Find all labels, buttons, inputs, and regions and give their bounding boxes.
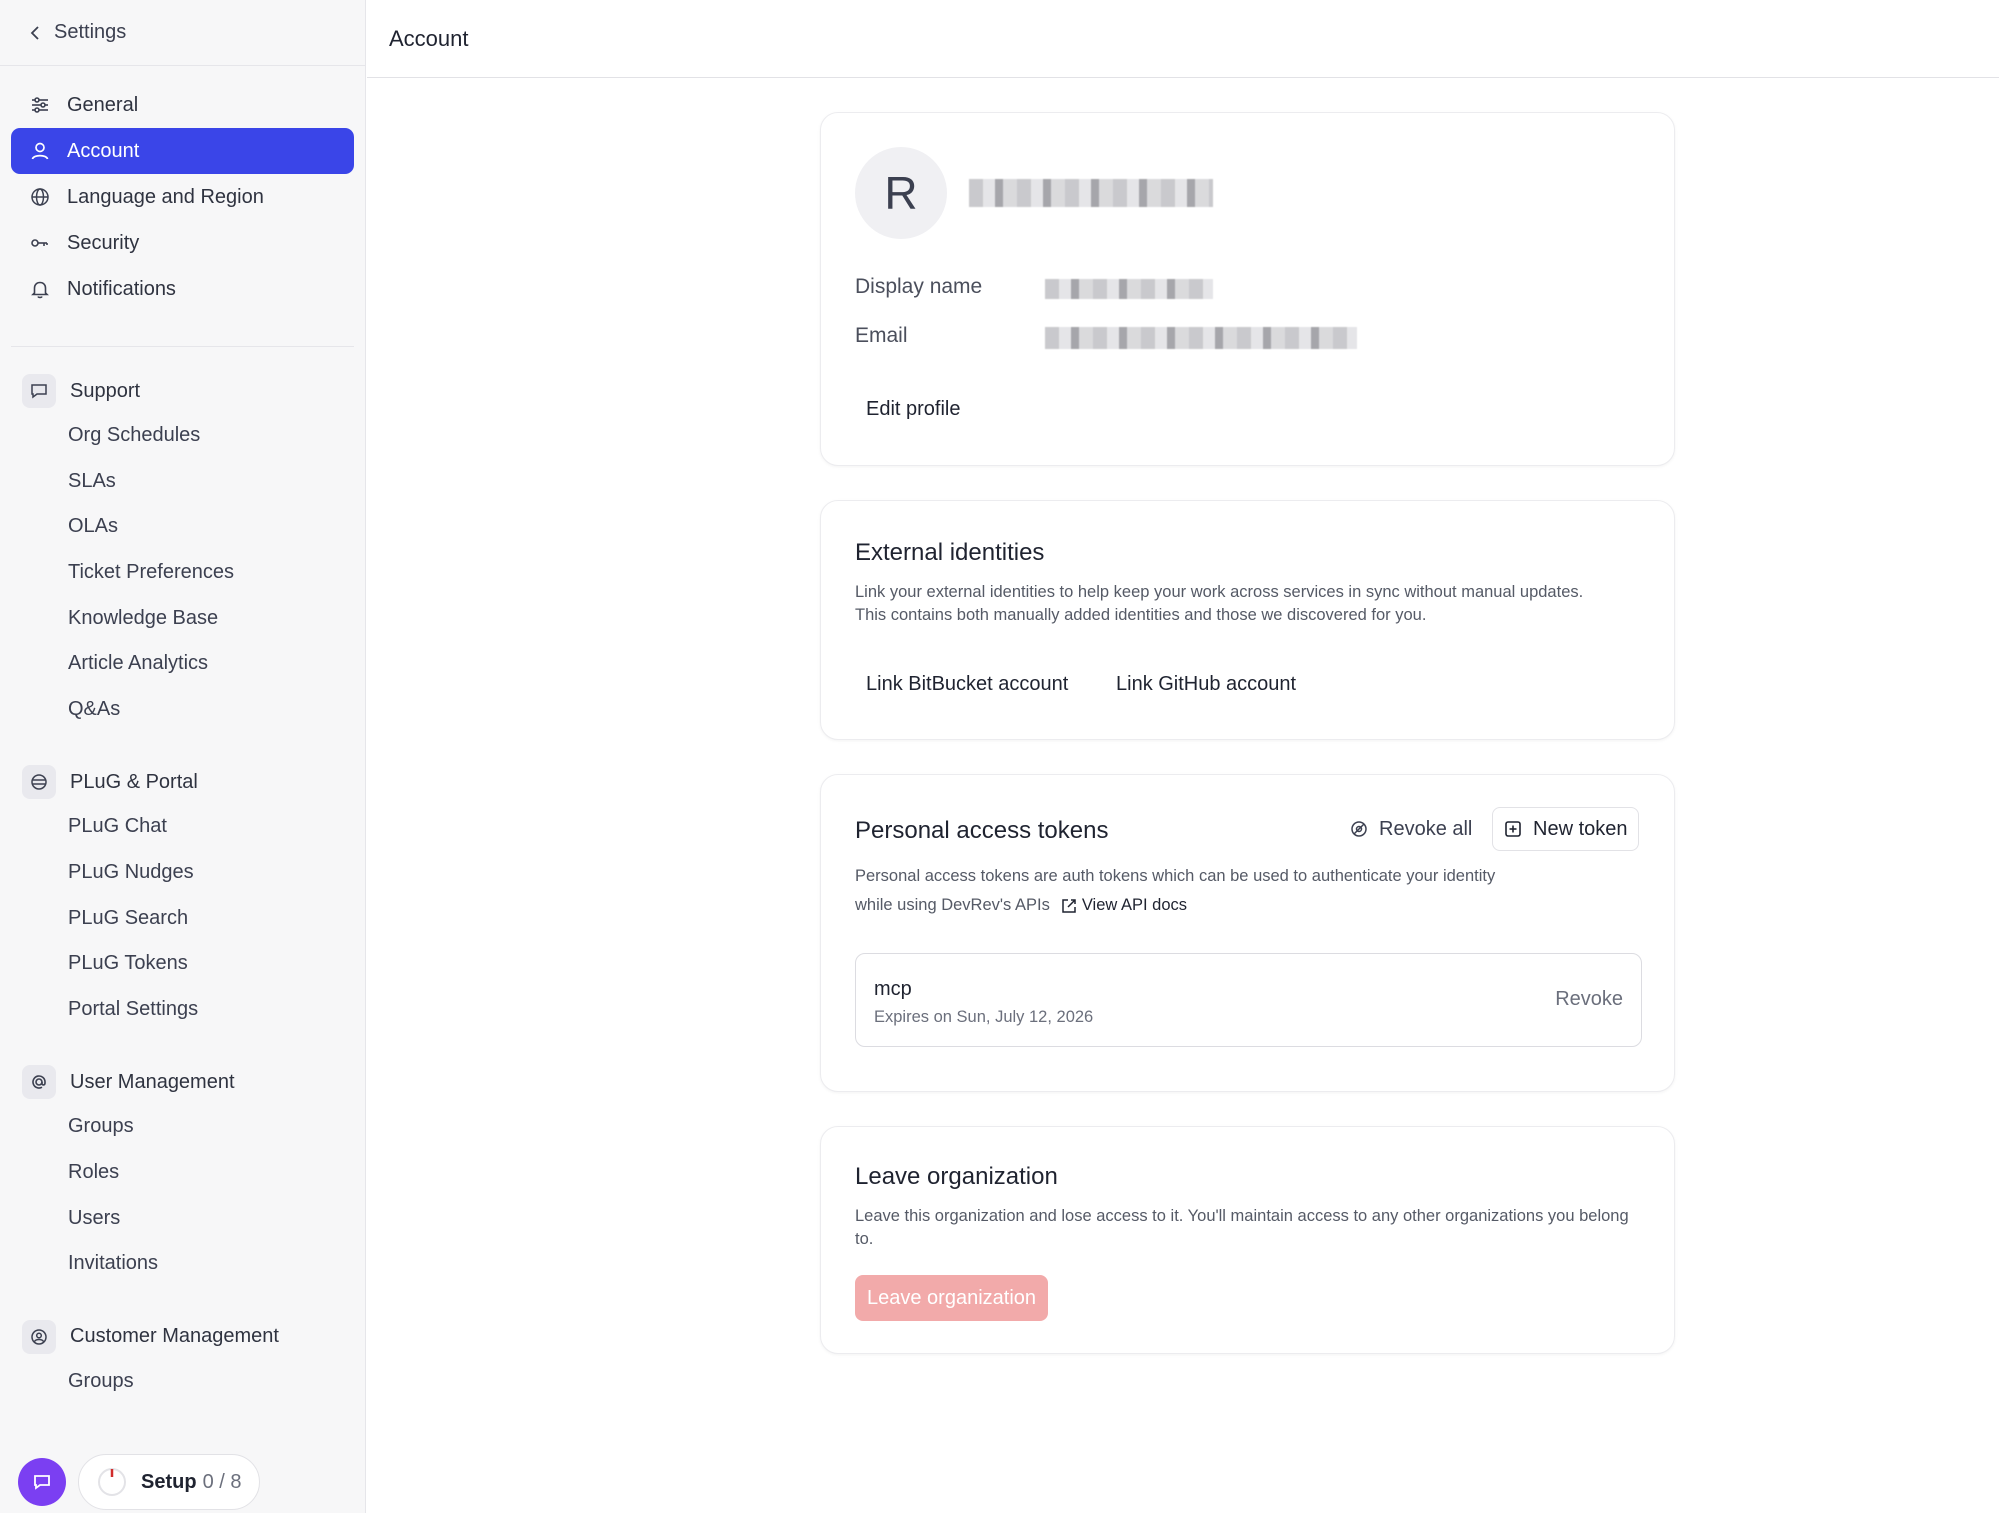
sidebar-item-notifications[interactable]: Notifications	[11, 266, 354, 312]
view-api-docs-link[interactable]: View API docs	[1060, 896, 1187, 915]
settings-sidebar: Settings General Account Language and Re…	[0, 0, 366, 1513]
chevron-left-icon	[30, 25, 39, 40]
external-link-icon	[1062, 898, 1076, 913]
token-expiry: Expires on Sun, July 12, 2026	[874, 1008, 1094, 1026]
edit-profile-button[interactable]: Edit profile	[855, 387, 972, 431]
setup-progress-button[interactable]: Setup 0 / 8	[78, 1454, 261, 1510]
setup-label: Setup	[141, 1470, 197, 1493]
group-title: Support	[70, 379, 141, 402]
sidebar-subitem[interactable]: SLAs	[0, 459, 354, 505]
external-identities-title: External identities	[855, 539, 1045, 566]
sidebar-item-general[interactable]: General	[11, 82, 354, 128]
sidebar-subitem[interactable]: Users	[0, 1195, 354, 1241]
display-name-label: Display name	[855, 275, 983, 298]
sidebar-item-security[interactable]: Security	[11, 220, 354, 266]
sidebar-item-label: Language and Region	[67, 185, 264, 208]
avatar-initial: R	[884, 167, 918, 219]
revoke-all-label: Revoke all	[1379, 817, 1473, 840]
customer-icon	[22, 1319, 56, 1354]
plug-icon	[22, 765, 56, 800]
progress-ring-icon	[98, 1468, 126, 1496]
sidebar-group-plug[interactable]: PLuG & Portal	[0, 760, 354, 804]
sidebar-subitem[interactable]: Knowledge Base	[0, 595, 354, 641]
leave-org-description: Leave this organization and lose access …	[855, 1207, 1629, 1248]
leave-organization-button[interactable]: Leave organization	[855, 1275, 1049, 1321]
sidebar-subitem[interactable]: PLuG Chat	[0, 804, 354, 850]
sidebar-subitem[interactable]: Groups	[0, 1104, 354, 1150]
redacted-email	[1045, 327, 1357, 349]
sidebar-item-label: Security	[67, 231, 140, 254]
link-github-button[interactable]: Link GitHub account	[1105, 662, 1307, 706]
group-title: User Management	[70, 1070, 235, 1093]
bell-icon	[31, 281, 49, 299]
back-to-settings[interactable]: Settings	[0, 0, 365, 66]
sidebar-footer: Setup 0 / 8	[18, 1454, 261, 1510]
sidebar-subitem[interactable]: PLuG Tokens	[0, 941, 354, 987]
leave-organization-card: Leave organization Leave this organizati…	[820, 1126, 1675, 1354]
globe-icon	[31, 188, 49, 206]
sidebar-subitem[interactable]: Roles	[0, 1150, 354, 1196]
sidebar-subitem[interactable]: Ticket Preferences	[0, 550, 354, 596]
external-identities-card: External identities Link your external i…	[820, 500, 1675, 740]
redacted-display-name	[1045, 279, 1213, 299]
sidebar-subitem[interactable]: Org Schedules	[0, 413, 354, 459]
back-label: Settings	[54, 21, 127, 43]
sidebar-group-user-management[interactable]: User Management	[0, 1060, 354, 1104]
group-title: Customer Management	[70, 1325, 279, 1347]
sidebar-item-account[interactable]: Account	[11, 128, 354, 174]
revoke-all-button[interactable]: Revoke all	[1339, 807, 1482, 851]
sidebar-subitem[interactable]: OLAs	[0, 504, 354, 550]
revoke-icon	[1351, 821, 1367, 837]
sidebar-subitem[interactable]: Groups	[0, 1359, 354, 1405]
key-icon	[31, 239, 48, 247]
sidebar-subitem[interactable]: Article Analytics	[0, 641, 354, 687]
sidebar-item-label: Notifications	[67, 277, 176, 300]
page-title: Account	[389, 25, 469, 51]
new-token-label: New token	[1533, 817, 1628, 840]
profile-card: R Display name Email Edit profile	[820, 112, 1675, 466]
user-icon	[31, 142, 49, 160]
page-header: Account	[367, 0, 1999, 78]
sidebar-subitem[interactable]: Invitations	[0, 1241, 354, 1287]
external-identities-description: Link your external identities to help ke…	[855, 583, 1584, 624]
token-row: mcp Expires on Sun, July 12, 2026 Revoke	[855, 953, 1642, 1047]
at-sign-icon	[22, 1065, 56, 1100]
revoke-token-button[interactable]: Revoke	[1555, 988, 1623, 1011]
sidebar-subitem[interactable]: Portal Settings	[0, 987, 354, 1033]
tokens-description-suffix: while using DevRev's APIs	[855, 896, 1050, 914]
setup-count: 0 / 8	[202, 1470, 242, 1493]
sidebar-subitem[interactable]: PLuG Search	[0, 895, 354, 941]
sidebar-group-support[interactable]: Support	[0, 369, 354, 413]
token-name: mcp	[874, 978, 912, 1000]
support-chat-button[interactable]	[18, 1458, 66, 1506]
tokens-description: Personal access tokens are auth tokens w…	[855, 867, 1496, 885]
email-label: Email	[855, 324, 908, 347]
link-bitbucket-button[interactable]: Link BitBucket account	[855, 662, 1079, 706]
chat-bubble-icon	[22, 374, 56, 408]
sidebar-item-label: General	[67, 93, 139, 116]
sliders-icon	[32, 97, 48, 113]
avatar: R	[855, 147, 947, 239]
plus-square-icon	[1505, 821, 1521, 837]
chat-icon	[34, 1475, 50, 1490]
tokens-title: Personal access tokens	[855, 817, 1109, 844]
view-api-docs-label: View API docs	[1081, 896, 1187, 914]
redacted-full-name	[969, 179, 1213, 207]
sidebar-subitem[interactable]: PLuG Nudges	[0, 850, 354, 896]
sidebar-item-label: Account	[67, 139, 140, 162]
group-title: PLuG & Portal	[70, 770, 198, 793]
sidebar-group-customer-management[interactable]: Customer Management	[0, 1315, 354, 1359]
sidebar-subitem[interactable]: Q&As	[0, 687, 354, 733]
new-token-button[interactable]: New token	[1492, 807, 1639, 851]
tokens-description-line-2: while using DevRev's APIs View API docs	[855, 894, 1187, 917]
personal-access-tokens-card: Personal access tokens Revoke all New to…	[820, 774, 1675, 1092]
sidebar-divider	[11, 346, 354, 347]
leave-org-title: Leave organization	[855, 1163, 1058, 1190]
sidebar-item-language[interactable]: Language and Region	[11, 174, 354, 220]
